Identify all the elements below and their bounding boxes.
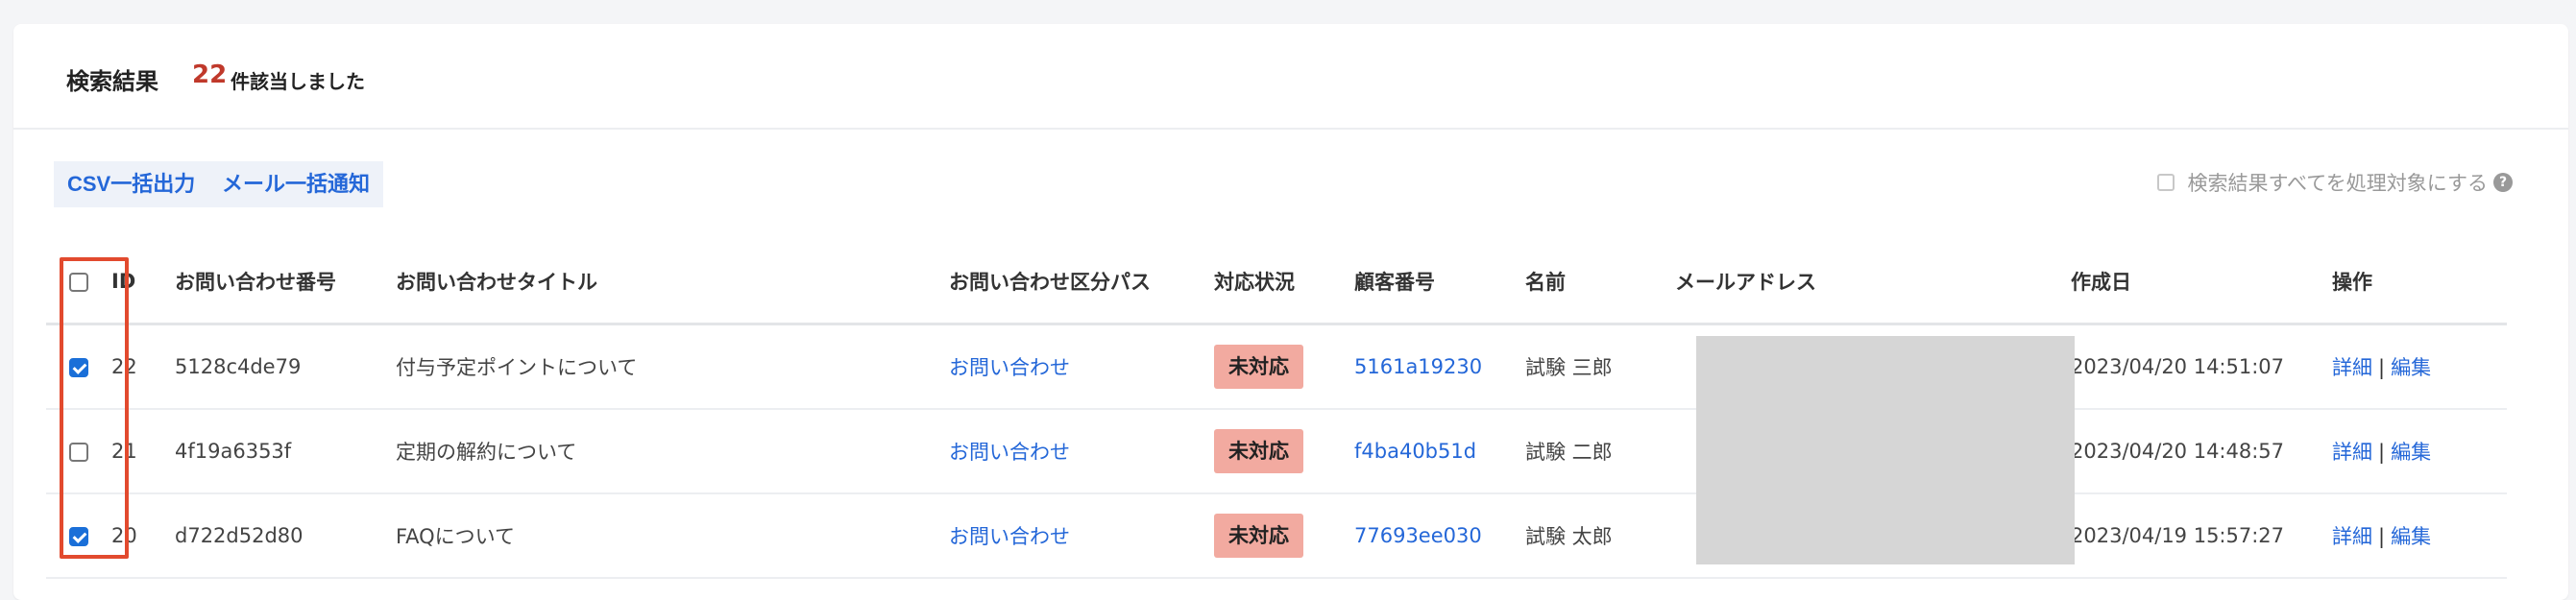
column-header-customer-number: 顧客番号 [1354,240,1525,325]
cell-customer-number: 77693ee030 [1354,493,1525,579]
status-badge: 未対応 [1214,429,1303,473]
status-badge: 未対応 [1214,345,1303,389]
results-header: 検索結果 22 件該当しました [13,24,2568,130]
table-row: 21 4f19a6353f 定期の解約について お問い合わせ 未対応 f4ba40b51d… [46,409,2507,494]
column-header-category-path: お問い合わせ区分パス [949,240,1214,325]
category-path-link[interactable]: お問い合わせ [949,356,1070,379]
cell-status: 未対応 [1214,409,1354,494]
results-count-suffix: 件該当しました [231,70,365,93]
edit-link[interactable]: 編集 [2391,356,2431,379]
cell-actions: 詳細 | 編集 [2332,324,2507,410]
category-path-link[interactable]: お問い合わせ [949,441,1070,464]
cell-name: 試験 太郎 [1525,493,1675,579]
results-title: 検索結果 [66,68,158,95]
cell-created-date: 2023/04/19 15:57:27 [2071,493,2332,579]
cell-category-path: お問い合わせ [949,324,1214,410]
cell-name: 試験 三郎 [1525,324,1675,410]
help-icon[interactable]: ? [2493,173,2513,192]
select-all-results-label: 検索結果すべてを処理対象にする [2187,172,2488,195]
cell-created-date: 2023/04/20 14:51:07 [2071,324,2332,410]
cell-inquiry-number: 4f19a6353f [175,409,396,494]
cell-status: 未対応 [1214,493,1354,579]
actions-separator: | [2378,441,2386,464]
cell-name: 試験 二郎 [1525,409,1675,494]
column-header-created-date: 作成日 [2071,240,2332,325]
category-path-link[interactable]: お問い合わせ [949,525,1070,548]
actions-separator: | [2378,356,2386,379]
status-badge: 未対応 [1214,514,1303,558]
csv-export-button[interactable]: CSV一括出力 [54,161,209,207]
cell-customer-number: 5161a19230 [1354,324,1525,410]
column-header-inquiry-number: お問い合わせ番号 [175,240,396,325]
cell-category-path: お問い合わせ [949,493,1214,579]
email-redaction-block [1696,336,2075,564]
column-header-status: 対応状況 [1214,240,1354,325]
cell-inquiry-title: 定期の解約について [396,409,949,494]
mail-notify-button[interactable]: メール一括通知 [208,161,384,207]
actions-separator: | [2378,525,2386,548]
edit-link[interactable]: 編集 [2391,441,2431,464]
cell-customer-number: f4ba40b51d [1354,409,1525,494]
detail-link[interactable]: 詳細 [2332,525,2372,548]
cell-inquiry-number: d722d52d80 [175,493,396,579]
cell-status: 未対応 [1214,324,1354,410]
cell-category-path: お問い合わせ [949,409,1214,494]
column-header-actions: 操作 [2332,240,2507,325]
results-count: 22 [192,60,228,89]
customer-number-link[interactable]: 5161a19230 [1354,355,1482,378]
cell-inquiry-number: 5128c4de79 [175,324,396,410]
cell-created-date: 2023/04/20 14:48:57 [2071,409,2332,494]
table-header-row: ID お問い合わせ番号 お問い合わせタイトル お問い合わせ区分パス 対応状況 顧… [46,240,2507,325]
customer-number-link[interactable]: 77693ee030 [1354,524,1482,547]
cell-actions: 詳細 | 編集 [2332,409,2507,494]
customer-number-link[interactable]: f4ba40b51d [1354,440,1476,463]
select-all-results-option[interactable]: 検索結果すべてを処理対象にする ? [2156,167,2513,198]
table-row: 22 5128c4de79 付与予定ポイントについて お問い合わせ 未対応 5161a19… [46,324,2507,410]
results-table: ID お問い合わせ番号 お問い合わせタイトル お問い合わせ区分パス 対応状況 顧… [46,240,2507,579]
select-all-results-checkbox[interactable] [2156,174,2175,191]
cell-inquiry-title: FAQについて [396,493,949,579]
detail-link[interactable]: 詳細 [2332,441,2372,464]
column-header-name: 名前 [1525,240,1675,325]
checkbox-column-highlight [60,257,129,559]
edit-link[interactable]: 編集 [2391,525,2431,548]
column-header-email: メールアドレス [1675,240,2071,325]
cell-actions: 詳細 | 編集 [2332,493,2507,579]
cell-inquiry-title: 付与予定ポイントについて [396,324,949,410]
table-row: 20 d722d52d80 FAQについて お問い合わせ 未対応 77693ee030 試験… [46,493,2507,579]
column-header-inquiry-title: お問い合わせタイトル [396,240,949,325]
detail-link[interactable]: 詳細 [2332,356,2372,379]
